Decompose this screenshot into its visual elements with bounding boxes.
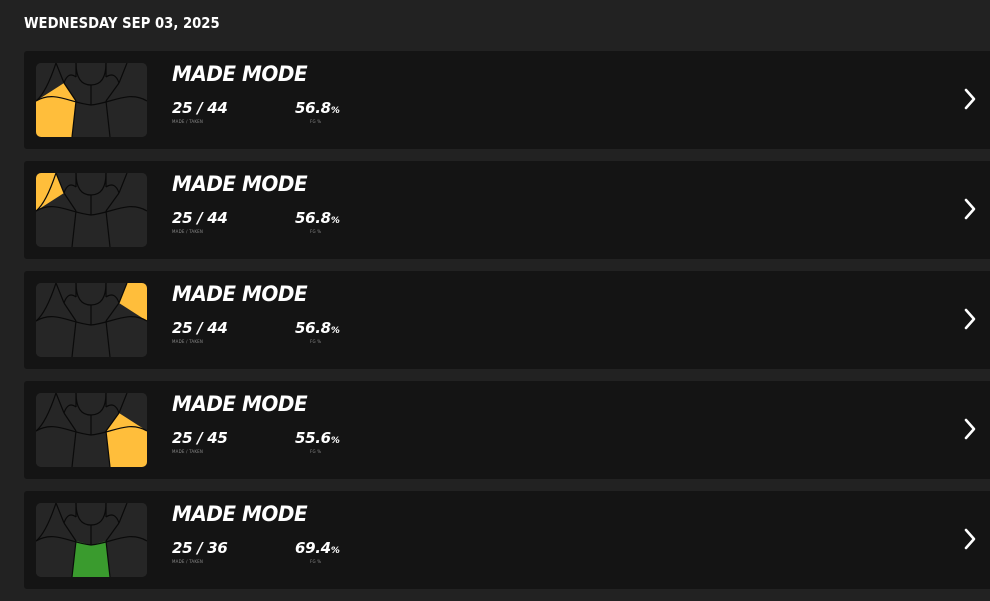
- percentage-number: 56.8: [295, 209, 331, 227]
- percentage-number: 69.4: [295, 539, 331, 557]
- percentage-number: 56.8: [295, 99, 331, 117]
- session-card[interactable]: MADE MODE 25 / 36 69.4% MADE / TAKEN FG …: [24, 491, 990, 589]
- made-taken-label: MADE / TAKEN: [172, 449, 204, 454]
- percentage-label: FG %: [310, 559, 322, 564]
- percentage-label: FG %: [310, 229, 322, 234]
- court-zone-map: [36, 63, 147, 137]
- session-title: MADE MODE: [172, 282, 308, 306]
- chevron-right-icon[interactable]: [962, 197, 978, 221]
- percent-sign: %: [330, 326, 340, 336]
- chevron-right-icon[interactable]: [962, 527, 978, 551]
- chevron-right-icon[interactable]: [962, 87, 978, 111]
- percent-sign: %: [330, 106, 340, 116]
- highlighted-zone: [72, 541, 110, 577]
- made-taken-value: 25 / 36: [172, 539, 228, 557]
- session-card[interactable]: MADE MODE 25 / 45 55.6% MADE / TAKEN FG …: [24, 381, 990, 479]
- made-taken-value: 25 / 44: [172, 99, 228, 117]
- percentage-value: 69.4%: [295, 539, 340, 557]
- made-taken-value: 25 / 44: [172, 319, 228, 337]
- percent-sign: %: [330, 436, 340, 446]
- made-taken-value: 25 / 44: [172, 209, 228, 227]
- percentage-value: 56.8%: [295, 209, 340, 227]
- court-zone-thumbnail: [36, 283, 147, 357]
- percent-sign: %: [330, 546, 340, 556]
- session-card[interactable]: MADE MODE 25 / 44 56.8% MADE / TAKEN FG …: [24, 51, 990, 149]
- date-header: WEDNESDAY SEP 03, 2025: [24, 14, 220, 32]
- percentage-label: FG %: [310, 119, 322, 124]
- court-zone-map: [36, 503, 147, 577]
- percentage-value: 56.8%: [295, 319, 340, 337]
- percentage-label: FG %: [310, 339, 322, 344]
- made-taken-value: 25 / 45: [172, 429, 228, 447]
- court-zone-thumbnail: [36, 393, 147, 467]
- chevron-right-icon[interactable]: [962, 307, 978, 331]
- made-taken-label: MADE / TAKEN: [172, 229, 204, 234]
- session-title: MADE MODE: [172, 502, 308, 526]
- court-zone-map: [36, 393, 147, 467]
- percentage-number: 56.8: [295, 319, 331, 337]
- court-zone-thumbnail: [36, 503, 147, 577]
- session-card[interactable]: MADE MODE 25 / 44 56.8% MADE / TAKEN FG …: [24, 161, 990, 259]
- percentage-value: 55.6%: [295, 429, 340, 447]
- session-list: MADE MODE 25 / 44 56.8% MADE / TAKEN FG …: [24, 51, 990, 601]
- made-taken-label: MADE / TAKEN: [172, 559, 204, 564]
- percent-sign: %: [330, 216, 340, 226]
- percentage-label: FG %: [310, 449, 322, 454]
- sessions-page: WEDNESDAY SEP 03, 2025 MADE MODE 25 / 44…: [0, 0, 990, 601]
- court-zone-thumbnail: [36, 63, 147, 137]
- session-title: MADE MODE: [172, 62, 308, 86]
- court-zone-map: [36, 283, 147, 357]
- percentage-value: 56.8%: [295, 99, 340, 117]
- session-title: MADE MODE: [172, 392, 308, 416]
- made-taken-label: MADE / TAKEN: [172, 339, 204, 344]
- session-card[interactable]: MADE MODE 25 / 44 56.8% MADE / TAKEN FG …: [24, 271, 990, 369]
- percentage-number: 55.6: [295, 429, 331, 447]
- session-title: MADE MODE: [172, 172, 308, 196]
- court-zone-thumbnail: [36, 173, 147, 247]
- made-taken-label: MADE / TAKEN: [172, 119, 204, 124]
- chevron-right-icon[interactable]: [962, 417, 978, 441]
- court-zone-map: [36, 173, 147, 247]
